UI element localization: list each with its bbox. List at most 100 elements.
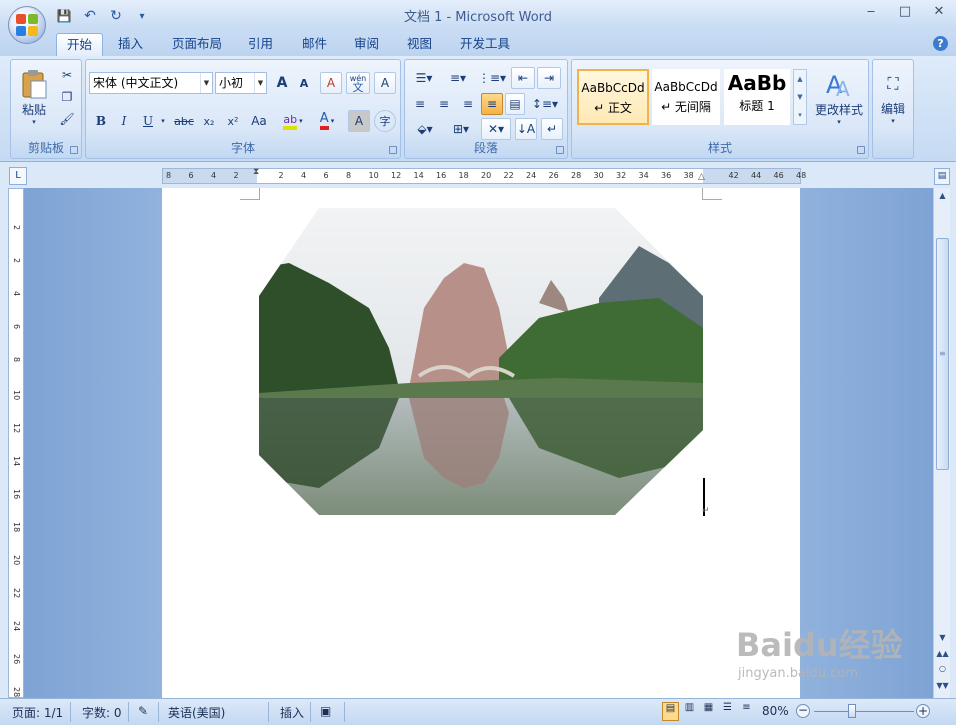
scroll-down-icon[interactable]: ▼ [934, 630, 951, 645]
macro-recording-icon[interactable]: ▣ [320, 704, 331, 718]
highlight-color-button[interactable]: ab ▾ [278, 110, 308, 132]
zoom-out-icon[interactable]: − [796, 704, 810, 718]
draft-icon[interactable]: ≡ [738, 702, 755, 721]
tab-review[interactable]: 审阅 [344, 33, 389, 56]
minimize-button[interactable]: ‒ [862, 4, 880, 19]
paste-button[interactable]: 粘贴 ▾ [15, 64, 53, 130]
font-name-dropdown-icon[interactable]: ▼ [200, 73, 212, 93]
format-painter-icon[interactable]: 🖌 [57, 108, 77, 130]
word-count[interactable]: 字数: 0 [82, 704, 122, 721]
copy-icon[interactable]: ❐ [57, 86, 77, 108]
vertical-ruler-tick-label: 8 [12, 357, 21, 363]
italic-button[interactable]: I [114, 110, 134, 132]
vertical-ruler[interactable]: 2 2 4 6 8 10 12 14 16 18 20 22 24 26 28 [8, 188, 24, 698]
subscript-button[interactable]: x₂ [198, 110, 220, 132]
outline-icon[interactable]: ☰ [719, 702, 736, 721]
tab-insert[interactable]: 插入 [108, 33, 153, 56]
vertical-scrollbar[interactable]: ▲ ≡ ▼ ▲▲ ○ ▼▼ [933, 188, 950, 698]
styles-dialog-launcher[interactable] [857, 146, 865, 154]
zoom-slider-track[interactable] [814, 711, 914, 712]
style-normal[interactable]: AaBbCcDd ↵ 正文 [577, 69, 649, 125]
bullets-icon[interactable]: ☰▾ [409, 67, 439, 89]
landscape-image[interactable] [259, 208, 703, 515]
align-right-icon[interactable]: ≡ [457, 93, 479, 115]
align-center-icon[interactable]: ≡ [433, 93, 455, 115]
line-spacing-icon[interactable]: ↕≡▾ [529, 93, 561, 115]
tab-selector-button[interactable]: L [9, 167, 27, 185]
shrink-font-button[interactable]: A [294, 72, 314, 94]
full-screen-reading-icon[interactable]: ▥ [681, 702, 698, 721]
scroll-thumb[interactable]: ≡ [936, 238, 949, 470]
decrease-indent-icon[interactable]: ⇤ [511, 67, 535, 89]
redo-icon[interactable]: ↻ [106, 7, 126, 25]
character-shading-button[interactable]: A [348, 110, 370, 132]
multilevel-list-icon[interactable]: ⋮≡▾ [477, 67, 507, 89]
zoom-in-icon[interactable]: + [916, 704, 930, 718]
select-browse-object-icon[interactable]: ○ [934, 661, 951, 676]
change-case-button[interactable]: Aa [246, 110, 272, 132]
web-layout-icon[interactable]: ▦ [700, 702, 717, 721]
proofing-icon[interactable]: ✎ [138, 704, 148, 718]
sort-icon[interactable]: ↓A [515, 118, 537, 140]
print-layout-icon[interactable]: ▤ [662, 702, 679, 721]
font-color-button[interactable]: A ▾ [312, 110, 342, 132]
page-count[interactable]: 页面: 1/1 [12, 704, 63, 721]
scroll-up-icon[interactable]: ▲ [934, 188, 951, 203]
enclose-characters-button[interactable]: 字 [374, 110, 396, 132]
style-no-spacing[interactable]: AaBbCcDd ↵ 无间隔 [652, 69, 720, 125]
font-dialog-launcher[interactable] [389, 146, 397, 154]
strikethrough-button[interactable]: abc [172, 110, 196, 132]
font-size-combo[interactable]: 小初 ▼ [215, 72, 267, 94]
help-icon[interactable]: ? [933, 36, 948, 51]
tab-view[interactable]: 视图 [397, 33, 442, 56]
tab-home[interactable]: 开始 [56, 33, 104, 56]
document-page[interactable]: ↵ [162, 188, 800, 698]
superscript-button[interactable]: x² [222, 110, 244, 132]
character-border-button[interactable]: A [374, 72, 396, 94]
horizontal-ruler[interactable]: 8 6 4 2 2 4 6 8 10 12 14 16 18 20 22 24 26 28 30 32 34 36 38 42… [162, 167, 806, 184]
zoom-level[interactable]: 80% [762, 704, 789, 718]
tab-references[interactable]: 引用 [238, 33, 283, 56]
tab-developer[interactable]: 开发工具 [450, 33, 520, 56]
right-indent-handle[interactable]: △ [698, 172, 705, 182]
styles-scroll[interactable]: ▲ ▼ ▾ [793, 69, 807, 125]
insert-mode-status[interactable]: 插入 [280, 704, 304, 721]
underline-button[interactable]: U [138, 110, 158, 132]
underline-dropdown-icon[interactable]: ▾ [158, 110, 168, 132]
chinese-layout-icon[interactable]: ✕▾ [481, 118, 511, 140]
align-left-icon[interactable]: ≡ [409, 93, 431, 115]
cut-icon[interactable]: ✂ [57, 64, 77, 86]
change-styles-button[interactable]: AA 更改样式 ▾ [812, 64, 866, 130]
previous-page-icon[interactable]: ▲▲ [934, 646, 951, 661]
undo-icon[interactable]: ↶ [80, 7, 100, 25]
bold-button[interactable]: B [91, 110, 111, 132]
phonetic-guide-button[interactable]: wén 文 [346, 72, 370, 94]
numbering-icon[interactable]: ≡▾ [443, 67, 473, 89]
office-button[interactable] [8, 6, 46, 44]
increase-indent-icon[interactable]: ⇥ [537, 67, 561, 89]
borders-icon[interactable]: ⊞▾ [445, 118, 477, 140]
zoom-slider-thumb[interactable] [848, 704, 856, 718]
style-heading-1[interactable]: AaBb 标题 1 [724, 69, 790, 125]
tab-page-layout[interactable]: 页面布局 [162, 33, 232, 56]
font-size-dropdown-icon[interactable]: ▼ [254, 73, 266, 93]
view-ruler-icon[interactable]: ▤ [934, 168, 950, 185]
language-status[interactable]: 英语(美国) [168, 704, 225, 721]
tab-mailings[interactable]: 邮件 [292, 33, 337, 56]
first-line-indent-handle[interactable]: ⧗ [253, 167, 259, 177]
paragraph-dialog-launcher[interactable] [556, 146, 564, 154]
editing-button[interactable]: ⛶ 编辑 ▾ [876, 64, 910, 134]
clipboard-dialog-launcher[interactable] [70, 146, 78, 154]
grow-font-button[interactable]: A [272, 72, 292, 94]
shading-icon[interactable]: ⬙▾ [409, 118, 441, 140]
font-name-combo[interactable]: 宋体 (中文正文) ▼ [89, 72, 213, 94]
close-button[interactable]: ✕ [930, 4, 948, 19]
next-page-icon[interactable]: ▼▼ [934, 678, 951, 693]
show-marks-icon[interactable]: ↵ [541, 118, 563, 140]
maximize-button[interactable]: □ [896, 4, 914, 19]
customize-qat-icon[interactable]: ▾ [132, 7, 152, 25]
justify-icon[interactable]: ≡ [481, 93, 503, 115]
clear-formatting-button[interactable]: A [320, 72, 342, 94]
save-icon[interactable]: 💾 [54, 7, 74, 25]
distribute-icon[interactable]: ▤ [505, 93, 525, 115]
